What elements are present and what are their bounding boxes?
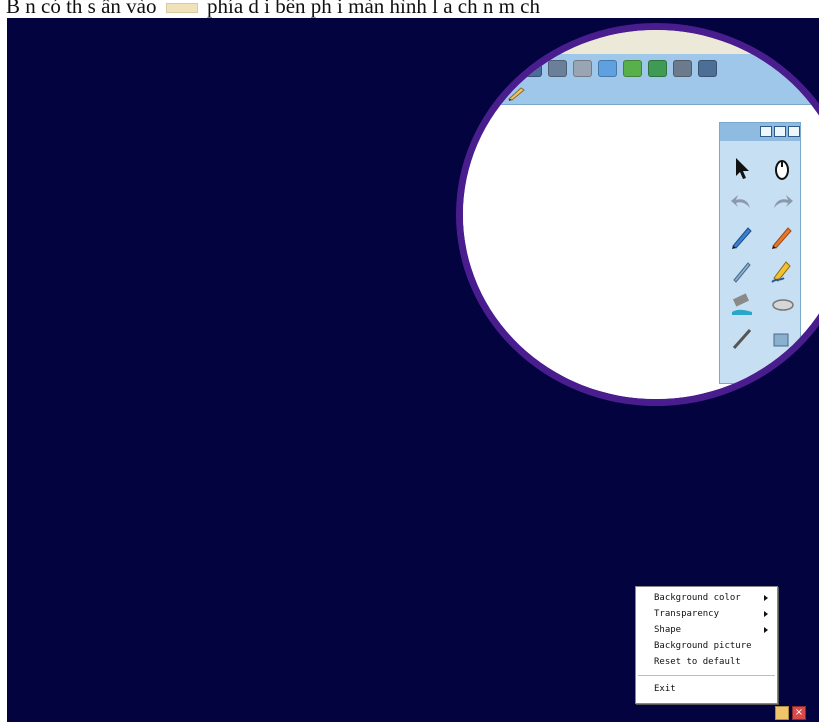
caption-part-1: B n có th s ấn vào xyxy=(6,0,157,18)
magnified-titlebar xyxy=(463,30,819,54)
paint-brush-icon[interactable] xyxy=(726,287,758,321)
magnified-toolbar xyxy=(463,54,819,105)
pencil-icon[interactable] xyxy=(726,253,758,287)
caption-swatch xyxy=(165,3,198,14)
close-icon[interactable] xyxy=(788,126,800,137)
minimize-icon[interactable] xyxy=(760,126,772,137)
table-icon[interactable] xyxy=(673,60,692,77)
gear-icon[interactable] xyxy=(648,60,667,77)
magnifier-lens[interactable] xyxy=(456,23,819,406)
menu-item-reset-to-default[interactable]: Reset to default xyxy=(654,654,741,670)
tray-close-icon[interactable]: × xyxy=(792,706,806,720)
arrow-select-icon[interactable] xyxy=(726,151,758,185)
caption-part-2: phía d i bên ph i màn hình xyxy=(206,0,427,18)
desktop-screen: Background color Transparency Shape Back… xyxy=(7,18,819,722)
submenu-arrow-icon xyxy=(764,595,768,601)
film-icon[interactable] xyxy=(573,60,592,77)
submenu-arrow-icon xyxy=(764,627,768,633)
tray-app-icon[interactable] xyxy=(775,706,789,720)
highlighter-icon[interactable] xyxy=(766,253,798,287)
caption-part-3: l a ch n m ch xyxy=(432,0,541,18)
mouse-icon[interactable] xyxy=(766,151,798,185)
grid-icon[interactable] xyxy=(623,60,642,77)
menu-item-background-color[interactable]: Background color xyxy=(654,590,741,606)
pen-tool-icon[interactable] xyxy=(507,85,527,101)
menu-item-exit[interactable]: Exit xyxy=(654,681,676,697)
caption-text: B n có th s ấn vào phía d i bên ph i màn… xyxy=(6,0,819,18)
orange-pen-icon[interactable] xyxy=(766,219,798,253)
restore-icon[interactable] xyxy=(774,126,786,137)
screen-icon[interactable] xyxy=(598,60,617,77)
window-icon[interactable] xyxy=(698,60,717,77)
redo-icon[interactable] xyxy=(766,185,798,219)
submenu-arrow-icon xyxy=(764,611,768,617)
context-menu: Background color Transparency Shape Back… xyxy=(635,586,778,704)
eraser-icon[interactable] xyxy=(766,287,798,321)
menu-item-background-picture[interactable]: Background picture xyxy=(654,638,752,654)
menu-item-shape[interactable]: Shape xyxy=(654,622,681,638)
shape-tool-icon[interactable] xyxy=(766,321,798,355)
menu-item-transparency[interactable]: Transparency xyxy=(654,606,719,622)
line-tool-icon[interactable] xyxy=(726,321,758,355)
blue-pen-icon[interactable] xyxy=(726,219,758,253)
tool-panel xyxy=(719,122,801,384)
monitor-icon[interactable] xyxy=(523,60,542,77)
tool-panel-header xyxy=(720,123,800,141)
undo-icon[interactable] xyxy=(726,185,758,219)
menu-separator xyxy=(638,675,775,676)
camera-icon[interactable] xyxy=(548,60,567,77)
